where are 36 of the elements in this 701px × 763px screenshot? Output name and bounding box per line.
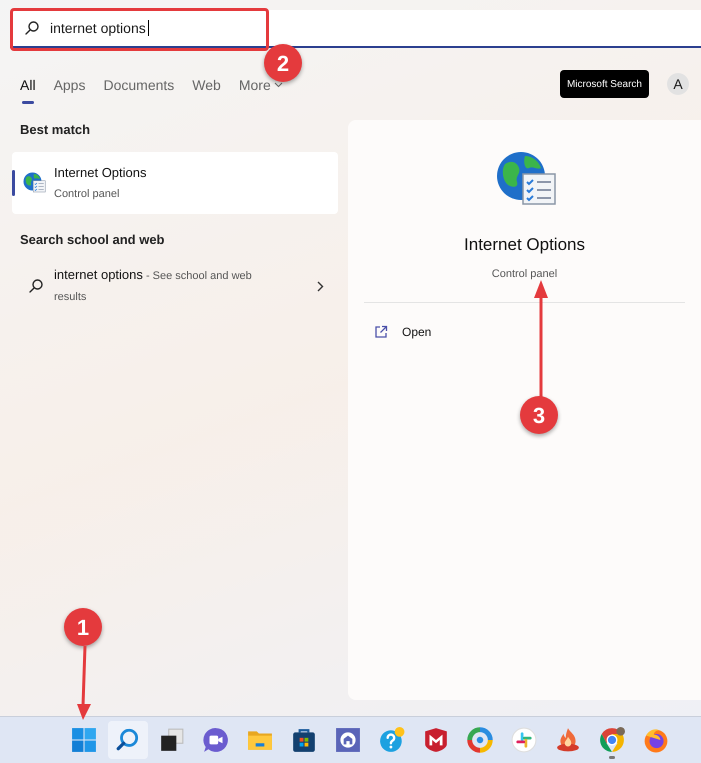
- chevron-right-icon: [317, 280, 324, 292]
- filter-tab[interactable]: Web: [184, 64, 229, 104]
- search-icon: [24, 20, 40, 36]
- windows-logo-icon: [71, 727, 97, 753]
- stacked-windows-icon: [159, 727, 185, 753]
- step-number-badge: 2: [264, 44, 302, 82]
- house-icon: [335, 727, 361, 753]
- filter-tab[interactable]: All: [20, 64, 44, 104]
- open-action[interactable]: Open: [374, 323, 432, 341]
- globe-checklist-icon: [22, 170, 46, 194]
- result-subtitle: Control panel: [54, 186, 120, 202]
- chevron-down-icon: [274, 82, 283, 88]
- question-mark-icon: [379, 727, 405, 753]
- account-avatar[interactable]: A: [667, 73, 689, 95]
- chrome-logo-icon: [599, 727, 625, 753]
- search-icon: [28, 278, 44, 294]
- external-link-icon: [374, 325, 388, 339]
- microsoft-search-button[interactable]: Microsoft Search: [560, 70, 649, 98]
- shield-icon: [423, 727, 449, 753]
- video-chat-icon: [203, 727, 229, 753]
- filter-tab[interactable]: Documents: [95, 64, 182, 104]
- filter-tab[interactable]: Apps: [46, 64, 94, 104]
- search-icon: [115, 727, 141, 753]
- section-heading: Best match: [19, 121, 90, 139]
- flame-icon: [555, 727, 581, 753]
- result-title: Internet Options: [54, 164, 146, 182]
- details-subtitle: Control panel: [492, 266, 558, 282]
- multicolor-ring-icon: [467, 727, 493, 753]
- search-field[interactable]: internet options: [10, 10, 701, 48]
- details-title: Internet Options: [464, 234, 585, 256]
- section-heading: Search school and web: [19, 230, 164, 248]
- step-number-badge: 1: [64, 608, 102, 646]
- web-result-text: internet options - See school and web results: [54, 266, 253, 305]
- web-result-item[interactable]: internet options - See school and web results: [12, 265, 338, 307]
- result-item[interactable]: Internet Options Control panel: [12, 152, 338, 214]
- shopping-bag-icon: [291, 727, 317, 753]
